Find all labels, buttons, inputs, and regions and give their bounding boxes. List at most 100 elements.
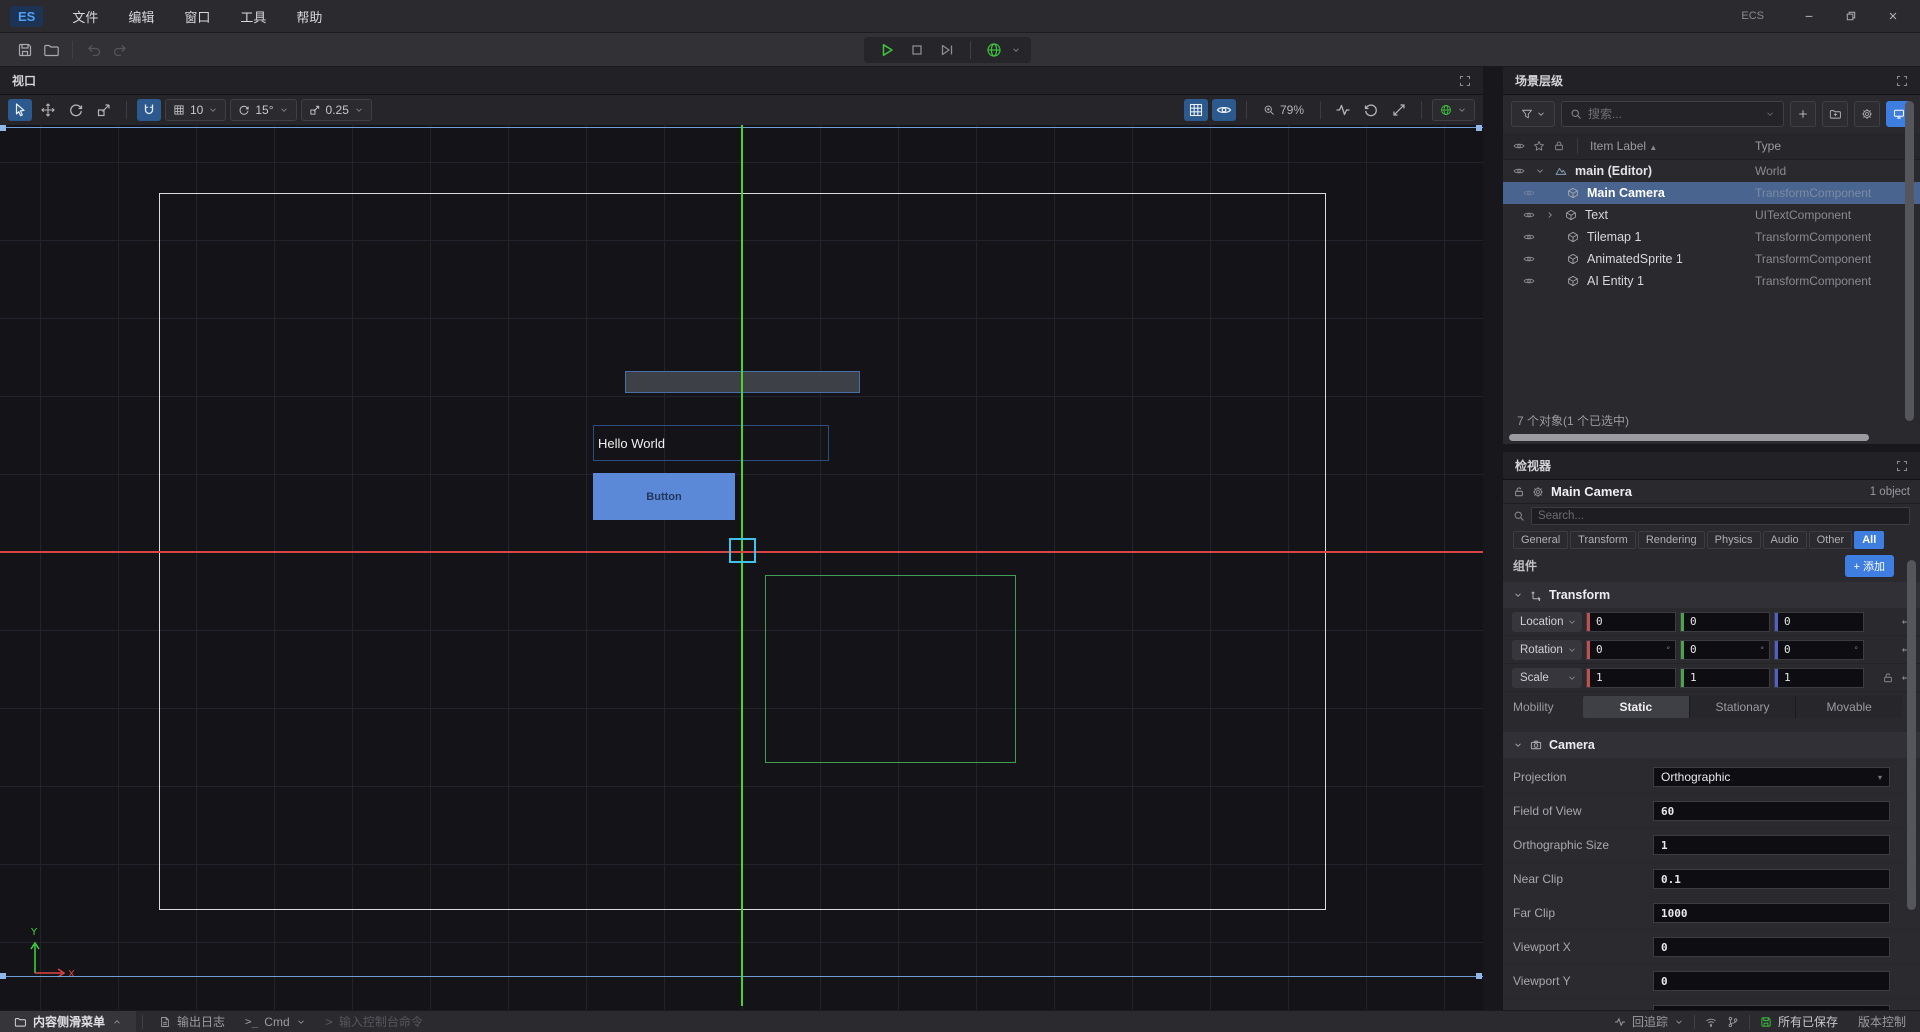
near-clip-input[interactable]: 0.1 <box>1653 869 1890 889</box>
version-control-button[interactable]: 版本控制 <box>1848 1013 1920 1030</box>
tab-other[interactable]: Other <box>1809 531 1853 549</box>
viewport-y-input[interactable]: 0 <box>1653 971 1890 991</box>
visibility-icon[interactable] <box>1523 253 1535 265</box>
expand-icon[interactable] <box>1896 460 1908 472</box>
show-grid-button[interactable] <box>1184 99 1208 121</box>
undo-button[interactable] <box>81 38 107 62</box>
panel-splitter[interactable] <box>1503 444 1920 452</box>
button-object[interactable]: Button <box>593 473 735 520</box>
snap-toggle-button[interactable] <box>137 99 161 121</box>
trace-dropdown[interactable]: 回追踪 <box>1604 1013 1694 1030</box>
orthographic-size-input[interactable]: 1 <box>1653 835 1890 855</box>
hierarchy-row-main[interactable]: main (Editor) World <box>1503 160 1920 182</box>
visibility-icon[interactable] <box>1523 275 1535 287</box>
mobility-movable-button[interactable]: Movable <box>1796 696 1902 718</box>
vertical-scrollbar[interactable] <box>1907 560 1916 910</box>
hierarchy-search-input[interactable] <box>1588 107 1759 121</box>
bounds-handle[interactable] <box>0 125 6 131</box>
lock-column-icon[interactable] <box>1553 140 1565 152</box>
open-button[interactable] <box>38 38 64 62</box>
scene-canvas[interactable]: Hello World Button Y X <box>0 125 1483 1010</box>
rotation-x-input[interactable]: 0° <box>1586 640 1676 660</box>
bounds-handle[interactable] <box>0 973 6 979</box>
tab-all[interactable]: All <box>1854 531 1884 549</box>
visibility-icon[interactable] <box>1513 165 1525 177</box>
visibility-icon[interactable] <box>1523 209 1535 221</box>
bounds-handle[interactable] <box>1476 125 1482 131</box>
stop-button[interactable] <box>904 38 930 62</box>
minimize-button[interactable] <box>1792 3 1826 29</box>
tab-audio[interactable]: Audio <box>1763 531 1807 549</box>
inspector-search-input[interactable] <box>1538 510 1903 522</box>
scale-snap-dropdown[interactable]: 0.25 <box>301 99 372 121</box>
gear-icon[interactable] <box>1532 486 1544 498</box>
hierarchy-row-main-camera[interactable]: Main Camera TransformComponent <box>1503 182 1920 204</box>
hierarchy-row-animatedsprite[interactable]: AnimatedSprite 1 TransformComponent <box>1503 248 1920 270</box>
scale-mode-dropdown[interactable]: Scale <box>1512 668 1582 688</box>
menu-edit[interactable]: 编辑 <box>113 3 169 30</box>
chevron-down-icon[interactable] <box>1535 166 1545 176</box>
panel-splitter[interactable] <box>1483 67 1503 1010</box>
expand-icon[interactable] <box>1896 75 1908 87</box>
text-object[interactable]: Hello World <box>593 425 829 461</box>
cmd-dropdown[interactable]: >_ Cmd <box>235 1015 316 1029</box>
zoom-level[interactable]: 79% <box>1257 103 1310 117</box>
add-component-button[interactable]: + 添加 <box>1845 555 1894 577</box>
world-dropdown[interactable] <box>1432 99 1475 121</box>
location-z-input[interactable]: 0 <box>1774 612 1864 632</box>
close-button[interactable] <box>1876 3 1910 29</box>
stats-button[interactable] <box>1331 99 1355 121</box>
chevron-down-icon[interactable] <box>1011 45 1021 55</box>
mobility-static-button[interactable]: Static <box>1583 696 1689 718</box>
fit-view-button[interactable] <box>1387 99 1411 121</box>
hierarchy-row-ai-entity[interactable]: AI Entity 1 TransformComponent <box>1503 270 1920 292</box>
column-item-label[interactable]: Item Label ▲ <box>1590 139 1657 153</box>
reset-view-button[interactable] <box>1359 99 1383 121</box>
source-control-branch-icon[interactable] <box>1727 1016 1749 1028</box>
scale-x-input[interactable]: 1 <box>1586 668 1676 688</box>
menu-tools[interactable]: 工具 <box>225 3 281 30</box>
app-logo[interactable]: ES <box>10 6 43 27</box>
eye-column-icon[interactable] <box>1513 140 1525 152</box>
camera-pivot-gizmo[interactable] <box>729 538 756 563</box>
save-status[interactable]: 所有已保存 <box>1750 1013 1848 1030</box>
play-button[interactable] <box>874 38 900 62</box>
rotation-mode-dropdown[interactable]: Rotation <box>1512 640 1582 660</box>
hierarchy-row-tilemap[interactable]: Tilemap 1 TransformComponent <box>1503 226 1920 248</box>
far-clip-input[interactable]: 1000 <box>1653 903 1890 923</box>
rotation-y-input[interactable]: 0° <box>1680 640 1770 660</box>
step-button[interactable] <box>934 38 960 62</box>
tab-physics[interactable]: Physics <box>1707 531 1761 549</box>
location-mode-dropdown[interactable]: Location <box>1512 612 1582 632</box>
hierarchy-row-text[interactable]: Text UITextComponent <box>1503 204 1920 226</box>
output-log-button[interactable]: 输出日志 <box>149 1013 235 1030</box>
lock-open-icon[interactable] <box>1513 486 1525 498</box>
uniform-scale-lock-icon[interactable] <box>1882 672 1894 684</box>
select-tool-button[interactable] <box>8 99 32 121</box>
maximize-button[interactable] <box>1834 3 1868 29</box>
grid-snap-dropdown[interactable]: 10 <box>165 99 226 121</box>
visibility-icon[interactable] <box>1523 231 1535 243</box>
save-button[interactable] <box>12 38 38 62</box>
hierarchy-search[interactable] <box>1561 101 1784 127</box>
tab-transform[interactable]: Transform <box>1570 531 1636 549</box>
move-tool-button[interactable] <box>36 99 60 121</box>
transform-section-header[interactable]: Transform <box>1503 582 1920 608</box>
tab-rendering[interactable]: Rendering <box>1638 531 1705 549</box>
console-command-input[interactable]: > 输入控制台命令 <box>316 1013 433 1030</box>
mobility-stationary-button[interactable]: Stationary <box>1690 696 1796 718</box>
network-globe-button[interactable] <box>981 38 1007 62</box>
menu-file[interactable]: 文件 <box>57 3 113 30</box>
column-type[interactable]: Type <box>1755 139 1781 153</box>
rotation-z-input[interactable]: 0° <box>1774 640 1864 660</box>
location-x-input[interactable]: 0 <box>1586 612 1676 632</box>
visibility-icon[interactable] <box>1523 187 1535 199</box>
scale-tool-button[interactable] <box>92 99 116 121</box>
field-of-view-input[interactable]: 60 <box>1653 801 1890 821</box>
content-drawer-button[interactable]: 内容侧滑菜单 <box>0 1011 136 1032</box>
vertical-scrollbar[interactable] <box>1905 101 1914 421</box>
filter-button[interactable] <box>1511 101 1555 127</box>
menu-window[interactable]: 窗口 <box>169 3 225 30</box>
add-entity-button[interactable] <box>1790 101 1816 127</box>
bounds-handle[interactable] <box>1476 973 1482 979</box>
